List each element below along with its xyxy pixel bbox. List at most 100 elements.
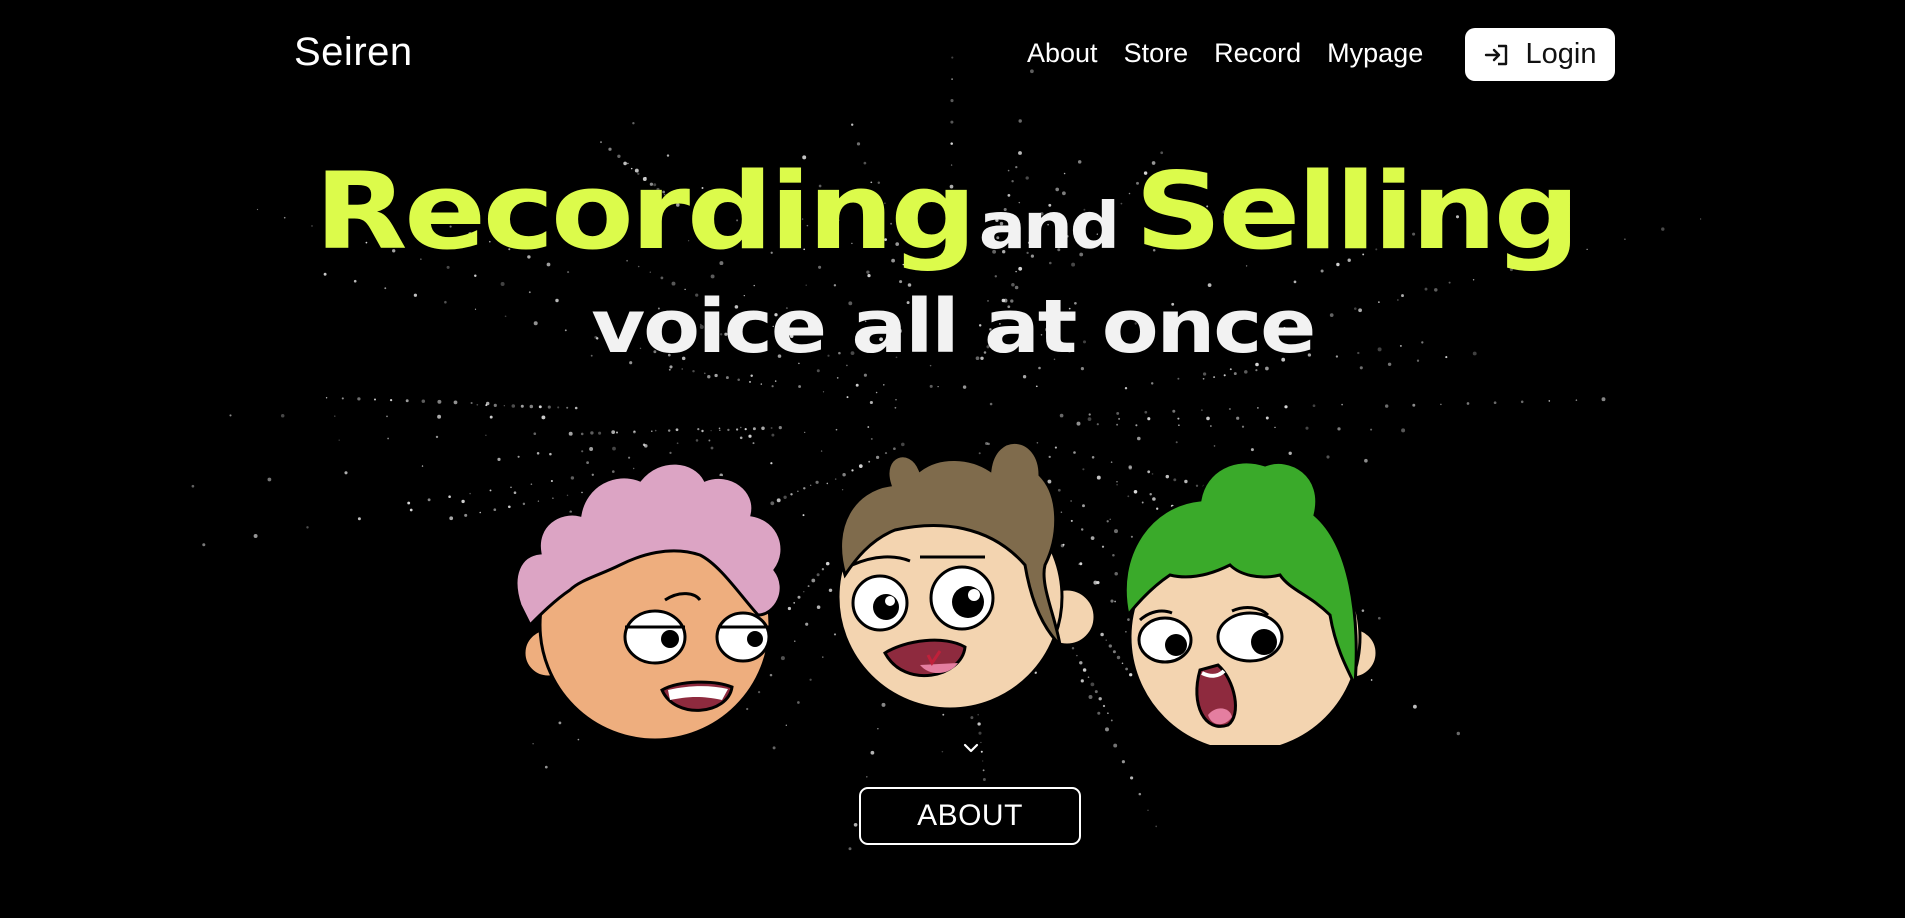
star-dot [760, 383, 763, 385]
landing-page: Seiren About Store Record Mypage Login R… [0, 0, 1905, 918]
hero-headline-line1: Recordingand Selling [0, 150, 1905, 273]
star-dot [1022, 375, 1027, 379]
star-dot [448, 495, 451, 499]
star-dot [855, 383, 859, 387]
star-dot [387, 437, 389, 440]
star-dot [989, 402, 993, 406]
star-dot [511, 404, 516, 408]
star-dot [1493, 401, 1497, 405]
star-dot [772, 746, 776, 750]
star-dot [1575, 399, 1578, 401]
star-dot [574, 406, 578, 410]
star-dot [866, 776, 868, 778]
star-dot [503, 405, 505, 407]
star-dot [1601, 397, 1606, 402]
star-dot [870, 750, 875, 755]
star-dot [323, 272, 327, 276]
star-dot [982, 778, 986, 781]
star-dot [894, 406, 897, 409]
star-dot [357, 517, 361, 521]
star-dot [476, 403, 479, 406]
star-dot [1177, 377, 1180, 380]
star-dot [856, 142, 861, 146]
star-dot [470, 401, 473, 405]
star-dot [1520, 400, 1524, 404]
headline-word-recording: Recording [314, 150, 976, 273]
star-dot [895, 399, 897, 401]
star-dot [427, 498, 431, 502]
star-dot [1124, 386, 1128, 390]
star-dot [692, 369, 695, 373]
star-dot [344, 471, 348, 475]
star-dot [489, 415, 493, 419]
star-dot [437, 399, 442, 404]
star-dot [405, 399, 409, 403]
star-dot [863, 373, 867, 377]
star-dot [725, 376, 729, 380]
headline-line2-text: voice all at once [591, 284, 1316, 370]
star-dot [202, 543, 206, 547]
site-logo[interactable]: Seiren [294, 30, 413, 75]
nav-record[interactable]: Record [1214, 38, 1301, 69]
star-dot [338, 439, 340, 441]
star-dot [1412, 704, 1417, 709]
login-button[interactable]: Login [1465, 28, 1615, 81]
star-dot [437, 414, 442, 419]
star-dot [846, 396, 849, 399]
star-dot [469, 492, 471, 495]
star-dot [1172, 409, 1176, 413]
star-dot [1144, 410, 1148, 414]
star-dot [798, 385, 802, 388]
star-dot [1035, 385, 1038, 388]
star-dot [464, 513, 468, 517]
star-dot [386, 415, 388, 418]
star-dot [950, 142, 953, 145]
green-hair-character [1123, 460, 1379, 745]
star-dot [929, 384, 933, 388]
star-dot [449, 516, 454, 521]
star-dot [1548, 400, 1551, 402]
star-dot [306, 526, 309, 529]
star-dot [1341, 403, 1343, 406]
nav-store[interactable]: Store [1124, 38, 1189, 69]
star-dot [547, 405, 551, 409]
star-dot [867, 273, 871, 278]
star-dot [538, 405, 542, 409]
star-dot [1385, 404, 1389, 408]
star-dot [557, 406, 560, 409]
about-button[interactable]: ABOUT [859, 787, 1081, 845]
star-dot [421, 399, 426, 403]
star-dot [836, 377, 839, 379]
star-dot [1018, 119, 1022, 123]
star-dot [1138, 792, 1142, 796]
star-dot [851, 123, 854, 126]
nav-about[interactable]: About [1027, 38, 1098, 69]
star-dot [962, 385, 967, 389]
star-dot [325, 397, 328, 399]
star-dot [704, 372, 706, 375]
star-dot [982, 769, 985, 772]
star-dot [229, 414, 232, 417]
star-dot [1150, 382, 1154, 385]
star-dot [982, 760, 984, 762]
star-dot [191, 484, 195, 488]
star-dot [357, 397, 361, 401]
star-dot [1284, 405, 1288, 409]
star-dot [869, 400, 873, 405]
star-dot [1201, 409, 1203, 411]
star-dot [750, 374, 753, 378]
star-dot [529, 404, 534, 409]
star-dot [544, 765, 548, 769]
star-dot [737, 378, 740, 382]
nav-mypage[interactable]: Mypage [1327, 38, 1423, 69]
star-dot [1456, 731, 1460, 736]
star-dot [485, 434, 487, 436]
star-dot [280, 413, 285, 418]
star-dot [1202, 377, 1205, 380]
star-dot [1293, 280, 1297, 284]
star-dot [374, 398, 376, 401]
star-dot [1155, 825, 1158, 828]
chevron-down-icon[interactable] [962, 741, 980, 755]
star-dot [1202, 372, 1207, 376]
star-dot [714, 373, 718, 378]
